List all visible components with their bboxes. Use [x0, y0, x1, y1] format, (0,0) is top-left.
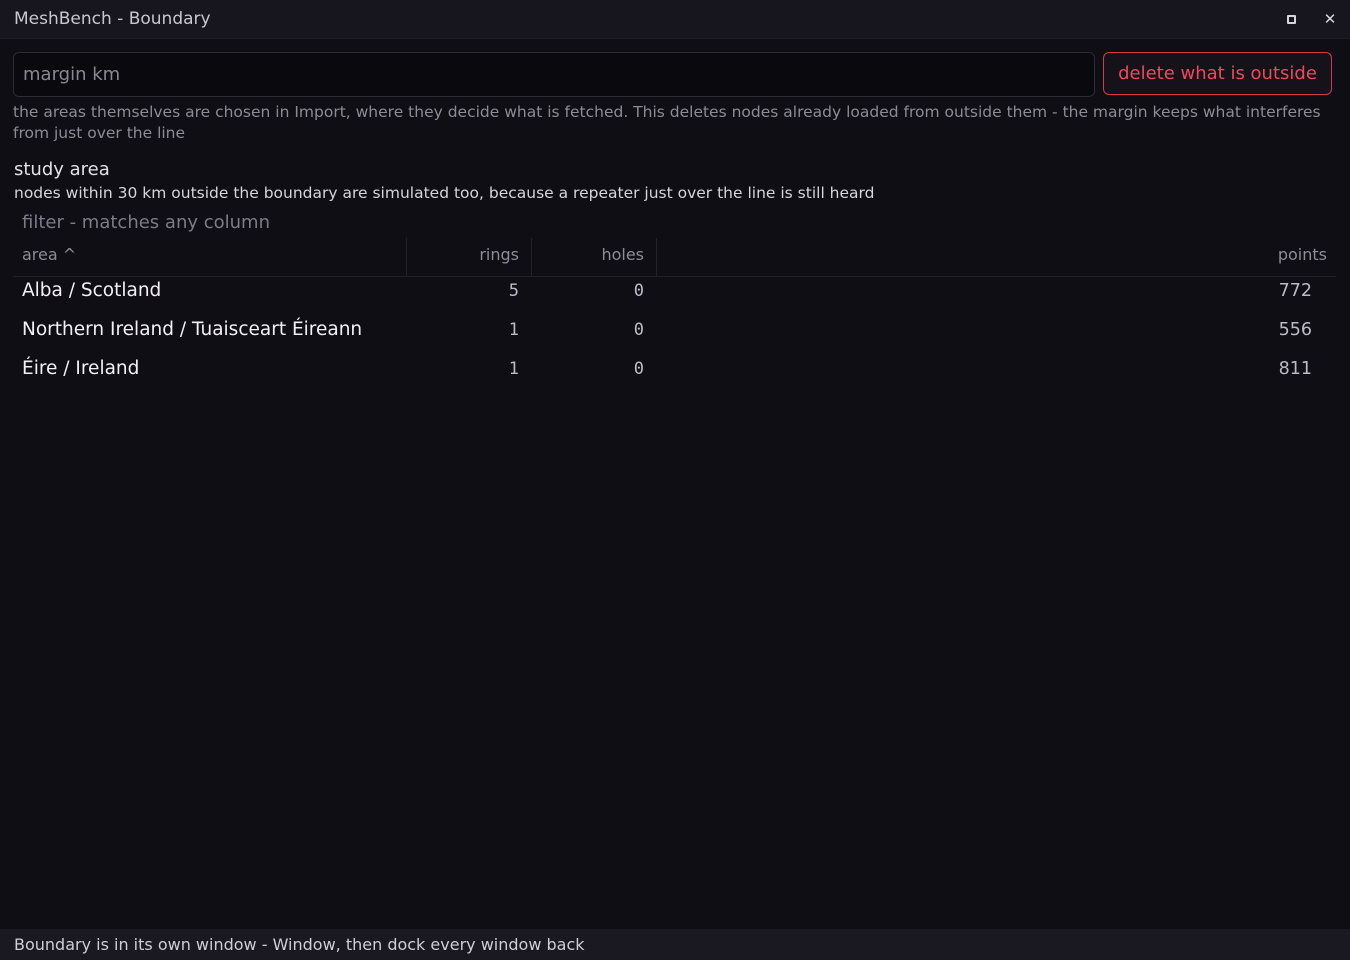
column-header-holes[interactable]: holes	[531, 238, 656, 276]
margin-km-input[interactable]	[13, 52, 1095, 97]
restore-window-icon	[1286, 14, 1296, 24]
close-button[interactable]: ✕	[1320, 9, 1340, 29]
areas-table: area ^ rings holes points Alba / Scotlan…	[13, 238, 1336, 394]
cell-rings: 1	[508, 320, 519, 340]
table-row[interactable]: Éire / Ireland 1 0 811	[13, 355, 1336, 394]
column-header-points[interactable]: points	[656, 238, 1336, 276]
cell-points: 811	[1278, 359, 1312, 379]
status-bar: Boundary is in its own window - Window, …	[0, 929, 1350, 960]
column-header-area[interactable]: area ^	[22, 238, 406, 276]
table-row[interactable]: Alba / Scotland 5 0 772	[13, 277, 1336, 316]
help-text: the areas themselves are chosen in Impor…	[13, 103, 1321, 142]
table-row[interactable]: Northern Ireland / Tuaisceart Éireann 1 …	[13, 316, 1336, 355]
table-header: area ^ rings holes points	[13, 238, 1336, 277]
restore-button[interactable]	[1281, 9, 1301, 29]
cell-holes: 0	[633, 320, 644, 340]
close-icon: ✕	[1323, 9, 1337, 28]
cell-rings: 5	[508, 281, 519, 301]
cell-area: Alba / Scotland	[22, 280, 162, 301]
table-filter-input[interactable]	[22, 209, 622, 235]
cell-area: Northern Ireland / Tuaisceart Éireann	[22, 319, 363, 340]
title-bar[interactable]: MeshBench - Boundary ✕	[0, 0, 1350, 39]
study-area-heading: study area	[14, 159, 110, 180]
column-header-rings[interactable]: rings	[406, 238, 531, 276]
boundary-window: MeshBench - Boundary ✕ delete what is ou…	[0, 0, 1350, 960]
delete-outside-button[interactable]: delete what is outside	[1103, 52, 1332, 95]
cell-points: 556	[1278, 320, 1312, 340]
cell-points: 772	[1278, 281, 1312, 301]
window-title: MeshBench - Boundary	[14, 9, 211, 29]
cell-area: Éire / Ireland	[22, 358, 140, 379]
cell-holes: 0	[633, 281, 644, 301]
study-area-description: nodes within 30 km outside the boundary …	[14, 184, 875, 202]
cell-rings: 1	[508, 359, 519, 379]
cell-holes: 0	[633, 359, 644, 379]
status-text: Boundary is in its own window - Window, …	[14, 935, 585, 954]
